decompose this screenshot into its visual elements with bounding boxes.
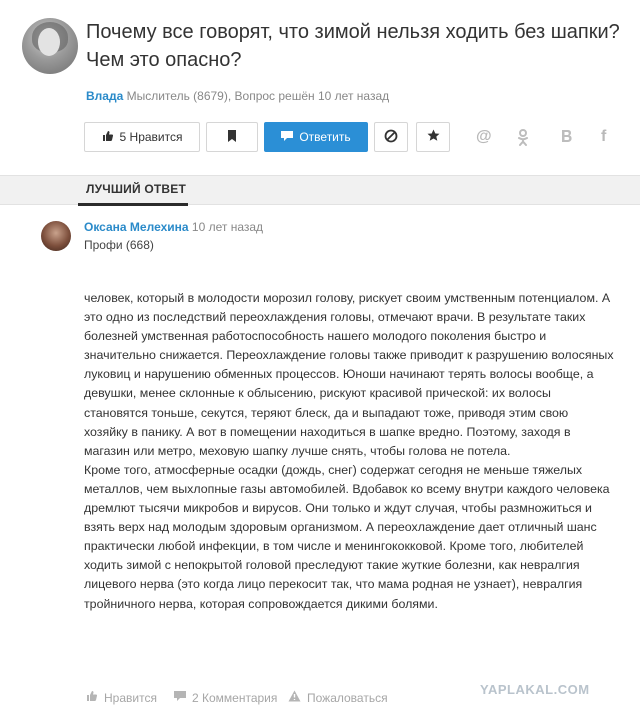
answer-paragraph: Кроме того, атмосферные осадки (дождь, с… bbox=[84, 462, 610, 611]
like-button-label: 5 Нравится bbox=[119, 130, 183, 144]
favorite-button[interactable] bbox=[416, 122, 450, 152]
bookmark-icon bbox=[227, 129, 237, 145]
share-odnoklassniki-icon[interactable] bbox=[517, 128, 529, 151]
warning-icon bbox=[288, 690, 301, 705]
like-button[interactable]: 5 Нравится bbox=[84, 122, 200, 152]
share-email-icon[interactable]: @ bbox=[476, 128, 492, 146]
answer-author-avatar[interactable] bbox=[41, 221, 71, 251]
question-author-link[interactable]: Влада bbox=[86, 89, 123, 103]
answer-button-label: Ответить bbox=[299, 130, 351, 144]
answer-button[interactable]: Ответить bbox=[264, 122, 368, 152]
tab-best-answer[interactable]: ЛУЧШИЙ ОТВЕТ bbox=[86, 182, 186, 196]
question-title: Почему все говорят, что зимой нельзя ход… bbox=[86, 21, 620, 71]
answer-time: 10 лет назад bbox=[191, 220, 264, 234]
answer-like-button[interactable]: Нравится bbox=[86, 690, 157, 705]
share-facebook-icon[interactable]: f bbox=[601, 128, 606, 146]
answer-comments-label: 2 Комментария bbox=[192, 690, 278, 705]
answer-tabs: ЛУЧШИЙ ОТВЕТ bbox=[0, 175, 640, 206]
thumbs-up-icon bbox=[102, 130, 114, 145]
answer-like-label: Нравится bbox=[104, 690, 157, 705]
answer-complain-label: Пожаловаться bbox=[307, 690, 388, 705]
answer-author-rank: Профи (668) bbox=[84, 238, 154, 252]
share-vk-icon[interactable] bbox=[560, 128, 574, 149]
answer-comments-button[interactable]: 2 Комментария bbox=[174, 690, 277, 705]
question-header: Почему все говорят, что зимой нельзя ход… bbox=[0, 0, 640, 175]
thumbs-up-icon bbox=[86, 690, 98, 705]
answer-text: человек, который в молодости морозил гол… bbox=[84, 289, 614, 614]
ban-icon bbox=[384, 129, 398, 146]
question-meta: Влада Мыслитель (8679), Вопрос решён 10 … bbox=[86, 89, 389, 103]
active-tab-indicator bbox=[78, 203, 188, 206]
answer-author-line: Оксана Мелехина 10 лет назад bbox=[84, 220, 263, 234]
block-button[interactable] bbox=[374, 122, 408, 152]
question-meta-text: Мыслитель (8679), Вопрос решён 10 лет на… bbox=[126, 89, 390, 103]
speech-bubble-icon bbox=[281, 130, 294, 145]
star-icon bbox=[427, 129, 440, 145]
answer-complain-button[interactable]: Пожаловаться bbox=[288, 690, 388, 705]
answer-paragraph: человек, который в молодости морозил гол… bbox=[84, 291, 614, 458]
bookmark-button[interactable] bbox=[206, 122, 258, 152]
site-watermark: YAPLAKAL.COM bbox=[480, 682, 590, 697]
comment-icon bbox=[174, 690, 186, 705]
question-author-avatar[interactable] bbox=[22, 18, 78, 74]
answer-author-link[interactable]: Оксана Мелехина bbox=[84, 220, 189, 234]
